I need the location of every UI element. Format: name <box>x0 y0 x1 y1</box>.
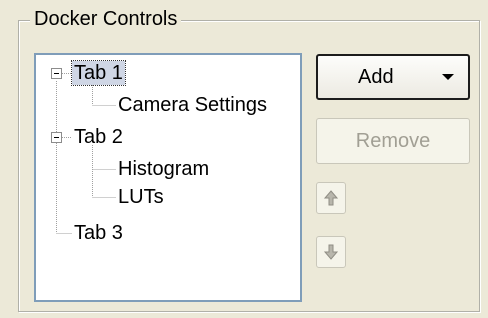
add-dropdown-button[interactable]: Add <box>316 54 470 100</box>
remove-button[interactable]: Remove <box>316 118 470 164</box>
tree-node-tab3[interactable]: Tab 3 <box>72 221 125 245</box>
add-button-label: Add <box>358 66 394 88</box>
tree-node-camera-settings[interactable]: Camera Settings <box>116 93 269 117</box>
move-up-button[interactable] <box>316 182 346 214</box>
move-down-button[interactable] <box>316 236 346 268</box>
tab2-collapse-toggle[interactable] <box>51 132 62 143</box>
groupbox-title: Docker Controls <box>30 7 182 31</box>
dropdown-caret-icon <box>442 74 454 80</box>
arrow-up-icon <box>323 190 339 206</box>
arrow-down-icon <box>323 244 339 260</box>
tree-node-histogram[interactable]: Histogram <box>116 157 211 181</box>
tree-node-tab1[interactable]: Tab 1 <box>71 60 126 86</box>
tab1-collapse-toggle[interactable] <box>51 68 62 79</box>
tabs-tree-view[interactable]: Tab 1 Camera Settings Tab 2 Histogram LU… <box>34 53 302 302</box>
tree-node-luts[interactable]: LUTs <box>116 185 166 209</box>
tree-node-tab2[interactable]: Tab 2 <box>72 125 125 149</box>
